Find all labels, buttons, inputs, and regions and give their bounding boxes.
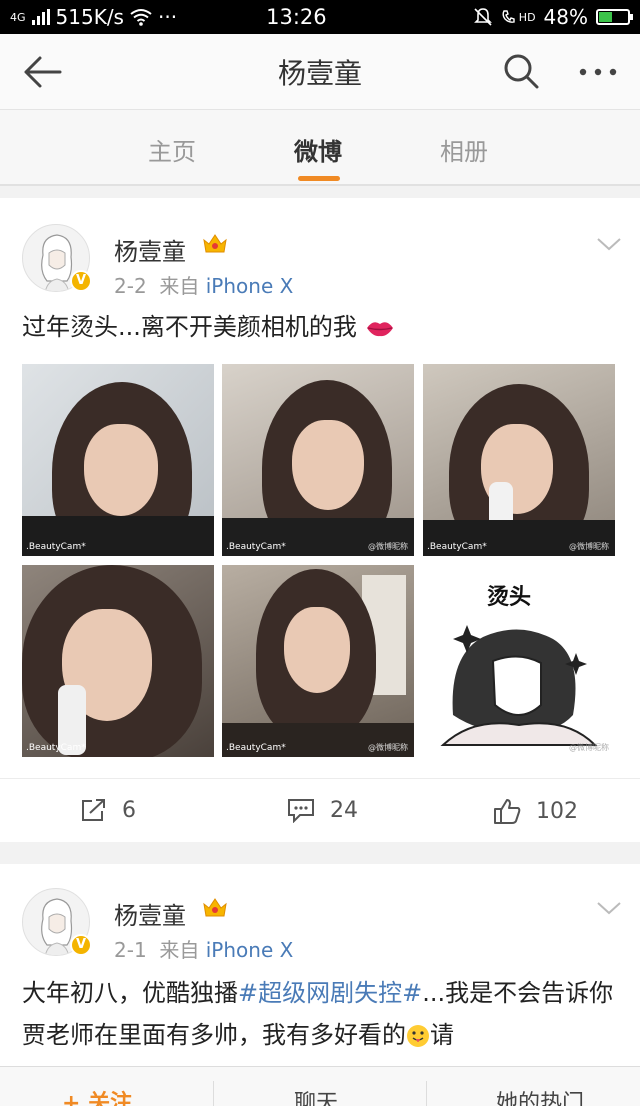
battery-fill: [599, 12, 613, 22]
post-photo-sticker[interactable]: 烫头 @微博昵称: [423, 565, 615, 757]
tab-home[interactable]: 主页: [148, 132, 196, 167]
bottom-action-bar: + 关注 聊天 她的热门: [0, 1066, 640, 1106]
member-crown-icon[interactable]: [202, 896, 228, 920]
weibo-watermark: @微博昵称: [569, 542, 609, 551]
post-card: V 杨壹童 2-1 来自 iPhone X 大年初八，优酷独播#超级网剧失控#.…: [0, 864, 640, 1066]
post-text[interactable]: 大年初八，优酷独播#超级网剧失控#...我是不会告诉你贾老师在里面有多帅，我有多…: [22, 972, 622, 1056]
repost-icon: [82, 799, 105, 821]
beautycam-watermark: .BeautyCam*: [427, 542, 487, 552]
post-text-content: 过年烫头...离不开美颜相机的我: [22, 313, 357, 341]
like-count: 102: [536, 798, 578, 824]
post-photo[interactable]: .BeautyCam*: [22, 364, 214, 556]
battery-percent: 48%: [543, 5, 588, 29]
post-source[interactable]: iPhone X: [206, 938, 294, 962]
chevron-down-icon[interactable]: [596, 900, 622, 916]
repost-button[interactable]: 6: [80, 797, 136, 823]
net-speed: 515K/s: [55, 5, 124, 29]
chevron-down-icon[interactable]: [596, 236, 622, 252]
like-button[interactable]: 102: [492, 797, 578, 825]
post-source[interactable]: iPhone X: [206, 274, 294, 298]
post-meta: 2-2 来自 iPhone X: [114, 270, 293, 299]
battery-icon: [596, 9, 633, 25]
hot-posts-button[interactable]: 她的热门: [496, 1085, 584, 1106]
chat-button[interactable]: 聊天: [294, 1085, 338, 1106]
post-photo[interactable]: .BeautyCam* @微博昵称: [222, 364, 414, 556]
network-type: 4G: [10, 10, 26, 24]
post-text-tail: 请: [430, 1021, 454, 1049]
search-icon[interactable]: [502, 52, 540, 90]
profile-header: 杨壹童: [0, 34, 640, 110]
beautycam-watermark: .BeautyCam*: [26, 542, 86, 552]
page-title: 杨壹童: [277, 56, 362, 90]
curly-hair-sticker-illustration: [440, 625, 598, 746]
comment-icon: [288, 799, 314, 823]
source-prefix: 来自: [159, 274, 200, 298]
tab-album[interactable]: 相册: [440, 132, 488, 167]
verified-badge-icon: V: [70, 934, 92, 956]
divider: [213, 1081, 214, 1106]
post-meta: 2-1 来自 iPhone X: [114, 934, 293, 963]
post-photo[interactable]: .BeautyCam*: [22, 565, 214, 757]
follow-button[interactable]: + 关注: [62, 1085, 132, 1106]
more-icon[interactable]: [578, 62, 618, 82]
mute-bell-icon: [473, 8, 492, 26]
post-actions: 6 24 102: [0, 778, 640, 842]
post-date: 2-2: [114, 274, 147, 298]
repost-count: 6: [122, 797, 136, 823]
tab-weibo[interactable]: 微博: [294, 132, 342, 167]
verified-badge-icon: V: [70, 270, 92, 292]
topic-link[interactable]: #超级网剧失控#: [238, 979, 422, 1007]
weibo-watermark: @微博昵称: [569, 743, 609, 752]
post-photo[interactable]: .BeautyCam* @微博昵称: [423, 364, 615, 556]
beautycam-watermark: .BeautyCam*: [26, 743, 86, 753]
hd-label: HD: [518, 10, 536, 24]
member-crown-icon[interactable]: [202, 232, 228, 256]
source-prefix: 来自: [159, 938, 200, 962]
post-photo[interactable]: .BeautyCam* @微博昵称: [222, 565, 414, 757]
active-tab-indicator: [298, 176, 340, 181]
signal-icon: [31, 9, 50, 25]
comment-count: 24: [330, 797, 358, 823]
post-text-before: 大年初八，优酷独播: [22, 979, 238, 1007]
clock: 13:26: [266, 5, 327, 29]
comment-button[interactable]: 24: [286, 797, 358, 823]
divider: [426, 1081, 427, 1106]
post-text[interactable]: 过年烫头...离不开美颜相机的我: [22, 306, 622, 348]
lips-icon: [366, 322, 393, 337]
beautycam-watermark: .BeautyCam*: [226, 743, 286, 753]
thumbs-up-icon: [494, 799, 521, 824]
author-name[interactable]: 杨壹童: [114, 232, 186, 267]
tongue-emoji-icon: [407, 1025, 429, 1047]
weibo-watermark: @微博昵称: [368, 743, 408, 752]
post-date: 2-1: [114, 938, 147, 962]
post-card: V 杨壹童 2-2 来自 iPhone X 过年烫头...离不开美颜相机的我 .…: [0, 198, 640, 842]
hd-call-icon: HD: [501, 9, 536, 25]
weibo-watermark: @微博昵称: [368, 542, 408, 551]
author-name[interactable]: 杨壹童: [114, 896, 186, 931]
status-bar: 4G 515K/s ··· 13:26 HD 48%: [0, 0, 640, 34]
beautycam-watermark: .BeautyCam*: [226, 542, 286, 552]
profile-tabs: 主页 微博 相册: [0, 110, 640, 186]
back-arrow-icon[interactable]: [22, 54, 62, 90]
